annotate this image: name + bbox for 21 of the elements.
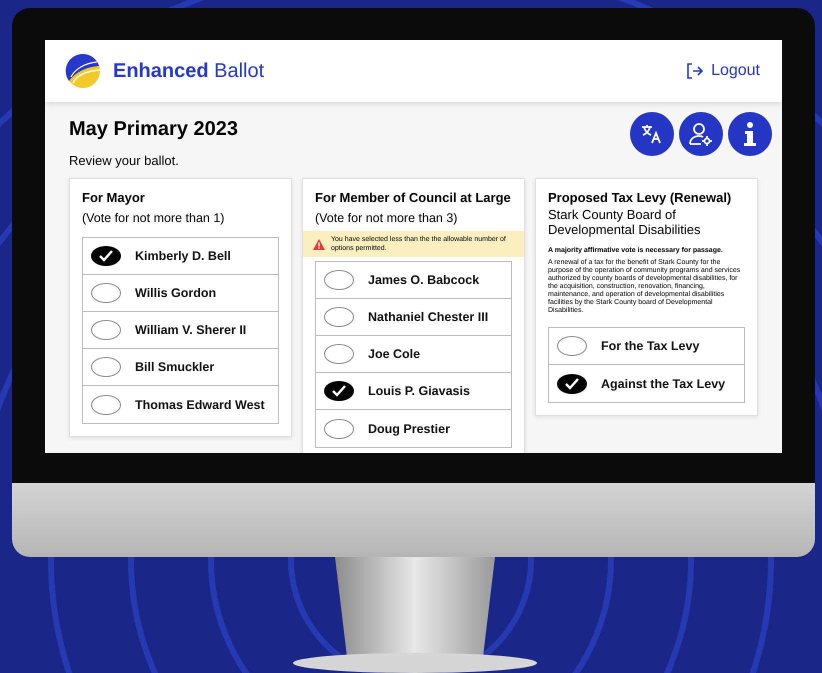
check-icon [332, 385, 346, 398]
page-subtitle: Review your ballot. [69, 153, 180, 168]
contest-title: Proposed Tax Levy (Renewal) [548, 190, 732, 205]
logo-icon [65, 53, 101, 89]
check-icon [565, 378, 579, 390]
logout-icon [685, 62, 704, 80]
contest-subtitle: Stark County Board of Developmental Disabilities [548, 207, 702, 237]
page-title: May Primary 2023 [69, 118, 238, 141]
check-icon [99, 250, 113, 262]
translate-button[interactable] [630, 112, 674, 156]
brand-name: Enhanced Ballot [113, 60, 264, 82]
contest-title: For Mayor [82, 190, 146, 205]
contest-title: For Member of Council at Large [315, 190, 512, 205]
info-button[interactable] [728, 112, 772, 156]
user-settings-button[interactable] [679, 112, 723, 156]
warning-icon [313, 238, 325, 250]
logout-button[interactable]: Logout [685, 60, 760, 82]
contest-subtitle: (Vote for not more than 1) [82, 211, 226, 225]
user-gear-icon [688, 121, 714, 147]
info-icon [743, 121, 757, 147]
contest-subtitle: (Vote for not more than 3) [315, 211, 458, 225]
